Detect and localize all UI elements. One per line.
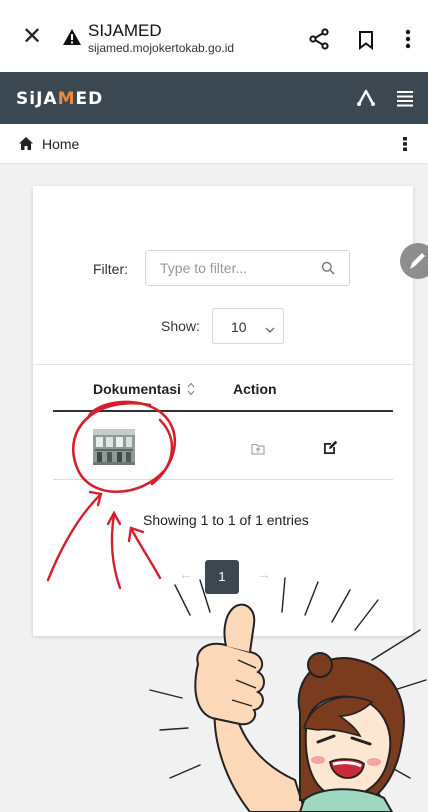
search-icon xyxy=(321,261,335,280)
table-header-rule xyxy=(53,410,393,412)
filter-input[interactable] xyxy=(145,250,350,286)
folder-upload-icon[interactable] xyxy=(251,442,265,460)
chevron-down-icon xyxy=(265,321,275,339)
close-icon[interactable]: ✕ xyxy=(22,25,44,49)
documentation-thumbnail[interactable] xyxy=(93,429,135,465)
logo-accent: M xyxy=(57,89,76,109)
browser-bar: ✕ SIJAMED sijamed.mojokertokab.go.id xyxy=(0,0,428,72)
floating-edit-button[interactable] xyxy=(400,243,428,279)
home-icon[interactable] xyxy=(18,136,34,156)
logo-prefix: SiJA xyxy=(16,89,58,109)
triangle-nodes-icon[interactable] xyxy=(356,89,376,112)
show-label: Show: xyxy=(161,318,200,334)
sort-icon[interactable] xyxy=(186,381,196,402)
column-header-dokumentasi[interactable]: Dokumentasi xyxy=(93,381,181,397)
bookmark-icon[interactable] xyxy=(357,30,375,55)
breadcrumb-home[interactable]: Home xyxy=(42,136,79,152)
table-row-divider xyxy=(53,479,393,480)
data-table-card: Filter: Show: 10 Dokumentasi Action xyxy=(33,186,413,636)
hamburger-menu-icon[interactable] xyxy=(396,89,414,112)
more-vertical-icon[interactable] xyxy=(404,28,412,55)
address-block[interactable]: SIJAMED sijamed.mojokertokab.go.id xyxy=(88,21,235,56)
entries-select[interactable]: 10 xyxy=(212,308,284,344)
pagination-page-1[interactable]: 1 xyxy=(205,560,239,594)
share-icon[interactable] xyxy=(308,28,330,55)
divider xyxy=(33,364,413,365)
browser-url: sijamed.mojokertokab.go.id xyxy=(88,41,235,55)
column-header-action: Action xyxy=(233,381,277,397)
more-vertical-icon[interactable] xyxy=(402,136,408,157)
warning-icon[interactable] xyxy=(62,28,82,51)
table-info: Showing 1 to 1 of 1 entries xyxy=(143,512,309,528)
browser-page-title: SIJAMED xyxy=(88,21,162,40)
pagination-next[interactable]: → xyxy=(257,566,271,582)
logo-suffix: ED xyxy=(75,89,104,109)
entries-select-value: 10 xyxy=(231,319,247,335)
filter-label: Filter: xyxy=(93,261,128,277)
pagination-prev[interactable]: ← xyxy=(179,566,193,582)
breadcrumb: Home xyxy=(0,124,428,164)
app-header: SiJAMED xyxy=(0,72,428,124)
logo[interactable]: SiJAMED xyxy=(16,89,103,109)
edit-icon[interactable] xyxy=(322,440,338,461)
pencil-icon xyxy=(410,253,425,269)
